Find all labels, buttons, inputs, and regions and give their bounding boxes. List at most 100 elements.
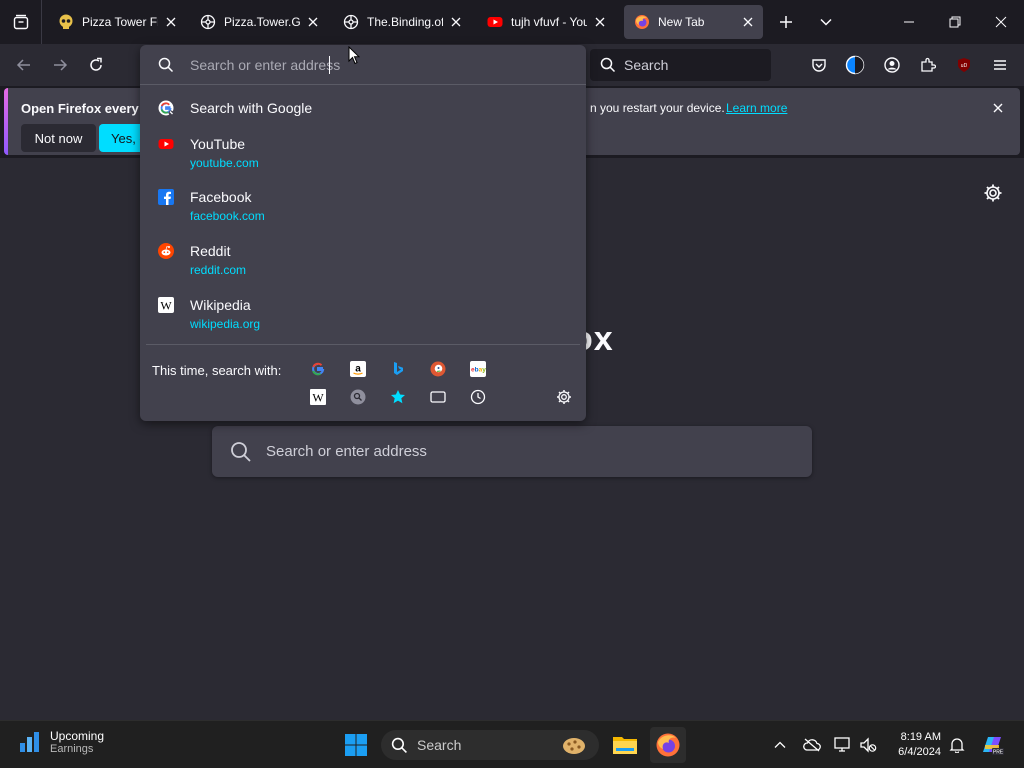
suggestion-url: facebook.com — [190, 209, 265, 223]
close-icon[interactable] — [164, 15, 178, 29]
google-icon — [158, 100, 174, 116]
account-button[interactable] — [876, 49, 908, 81]
urlbar-dropdown: Search with Google YouTube youtube.com F… — [140, 45, 586, 421]
engine-search-button[interactable] — [349, 388, 367, 406]
search-icon — [600, 57, 616, 73]
svg-text:PRE: PRE — [993, 750, 1004, 756]
tab-title: tujh vfuvf - You — [511, 15, 587, 29]
suggestion-title: Facebook — [190, 189, 252, 205]
clock-time: 8:19 AM — [900, 731, 941, 743]
onedrive-button[interactable] — [802, 735, 822, 755]
list-all-tabs-button[interactable] — [0, 0, 42, 44]
search-bar[interactable]: Search — [590, 49, 771, 81]
suggestion-title: Search with Google — [190, 100, 313, 116]
file-explorer-button[interactable] — [607, 727, 643, 763]
engine-amazon-button[interactable]: a — [349, 360, 367, 378]
windows-taskbar: Upcoming Earnings Search 8:19 AM 6/4/202… — [0, 720, 1024, 768]
not-now-button[interactable]: Not now — [21, 124, 96, 152]
tab-pizza-tower-free[interactable]: Pizza Tower Free — [48, 5, 186, 39]
notification-close-button[interactable] — [990, 100, 1006, 116]
facebook-icon — [158, 189, 174, 205]
minimize-button[interactable] — [886, 0, 932, 44]
close-icon[interactable] — [449, 15, 463, 29]
stock-chart-icon — [20, 732, 39, 752]
search-bookmarks-button[interactable] — [389, 388, 407, 406]
search-bar-label: Search — [624, 57, 669, 73]
notifications-button[interactable] — [947, 735, 967, 755]
close-icon[interactable] — [741, 15, 755, 29]
suggestion-youtube[interactable]: YouTube youtube.com — [140, 136, 586, 186]
firefox-icon — [656, 733, 680, 757]
forward-button[interactable] — [44, 49, 76, 81]
start-button[interactable] — [338, 727, 374, 763]
suggestion-reddit[interactable]: Reddit reddit.com — [140, 243, 586, 293]
search-settings-button[interactable] — [555, 388, 573, 406]
engine-ebay-button[interactable]: ebay — [469, 360, 487, 378]
bookmarks-star-icon — [391, 390, 405, 404]
tab-strip: Pizza Tower Free Pizza.Tower.Gam The.Bin… — [0, 0, 1024, 44]
tab-binding-of-isaac[interactable]: The.Binding.of.I — [333, 5, 471, 39]
newtab-search-box[interactable]: Search or enter address — [212, 426, 812, 477]
copilot-button[interactable]: PRE — [978, 731, 1006, 759]
tab-title: New Tab — [658, 15, 705, 29]
firefox-taskbar-button[interactable] — [650, 727, 686, 763]
search-history-button[interactable] — [469, 388, 487, 406]
gear-icon — [557, 390, 571, 404]
search-highlight-icon — [563, 738, 585, 754]
suggestion-facebook[interactable]: Facebook facebook.com — [140, 189, 586, 239]
suggestion-url: youtube.com — [190, 156, 259, 170]
duckduckgo-icon — [430, 361, 446, 377]
reload-icon — [90, 57, 102, 71]
chevron-up-icon — [774, 741, 786, 748]
close-window-button[interactable] — [978, 0, 1024, 44]
restore-icon — [949, 16, 961, 28]
network-button[interactable] — [833, 735, 853, 755]
engine-duckduckgo-button[interactable] — [429, 360, 447, 378]
reddit-icon — [158, 243, 174, 259]
tab-pizza-tower-game[interactable]: Pizza.Tower.Gam — [190, 5, 328, 39]
close-icon[interactable] — [306, 15, 320, 29]
suggestion-url: wikipedia.org — [190, 317, 261, 331]
search-icon — [231, 441, 251, 462]
mouse-cursor-icon — [348, 46, 360, 65]
engine-bing-button[interactable] — [389, 360, 407, 378]
taskbar-search-label: Search — [417, 737, 462, 753]
suggestion-wikipedia[interactable]: W Wikipedia wikipedia.org — [140, 297, 586, 347]
one-off-divider — [146, 344, 580, 345]
system-clock[interactable]: 8:19 AM 6/4/2024 — [885, 730, 941, 760]
extensions-button[interactable] — [912, 49, 944, 81]
pocket-button[interactable] — [803, 49, 835, 81]
close-icon[interactable] — [593, 15, 607, 29]
urlbar-input[interactable] — [190, 56, 570, 73]
tab-youtube-video[interactable]: tujh vfuvf - You — [477, 5, 615, 39]
search-icon — [158, 57, 174, 72]
svg-text:W: W — [160, 299, 172, 313]
tab-list-dropdown-button[interactable] — [803, 0, 849, 44]
back-button[interactable] — [8, 49, 40, 81]
extension-shield-icon — [845, 55, 865, 75]
show-hidden-icons-button[interactable] — [770, 735, 790, 755]
restore-button[interactable] — [932, 0, 978, 44]
ublock-button[interactable]: uD — [948, 49, 980, 81]
bing-icon — [394, 362, 403, 375]
taskbar-search-box[interactable]: Search — [381, 730, 599, 760]
reload-button[interactable] — [80, 49, 112, 81]
chevron-down-icon — [820, 18, 832, 26]
suggestion-url: reddit.com — [190, 263, 247, 277]
speaker-muted-icon — [860, 737, 877, 753]
widgets-button[interactable]: Upcoming Earnings — [18, 729, 104, 755]
suggestion-title: Reddit — [190, 243, 231, 259]
vpn-extension-button[interactable] — [839, 49, 871, 81]
engine-wikipedia-button[interactable]: W — [309, 388, 327, 406]
app-menu-button[interactable] — [984, 49, 1016, 81]
personalize-button[interactable] — [983, 183, 1003, 203]
search-engine-icon — [350, 389, 366, 405]
gear-icon — [984, 184, 1002, 202]
learn-more-link[interactable]: Learn more — [726, 101, 787, 115]
close-icon — [993, 103, 1003, 113]
tabs-icon — [430, 391, 446, 403]
tab-new-tab[interactable]: New Tab — [624, 5, 763, 39]
engine-google-button[interactable] — [309, 360, 327, 378]
volume-button[interactable] — [858, 735, 878, 755]
search-tabs-button[interactable] — [429, 388, 447, 406]
